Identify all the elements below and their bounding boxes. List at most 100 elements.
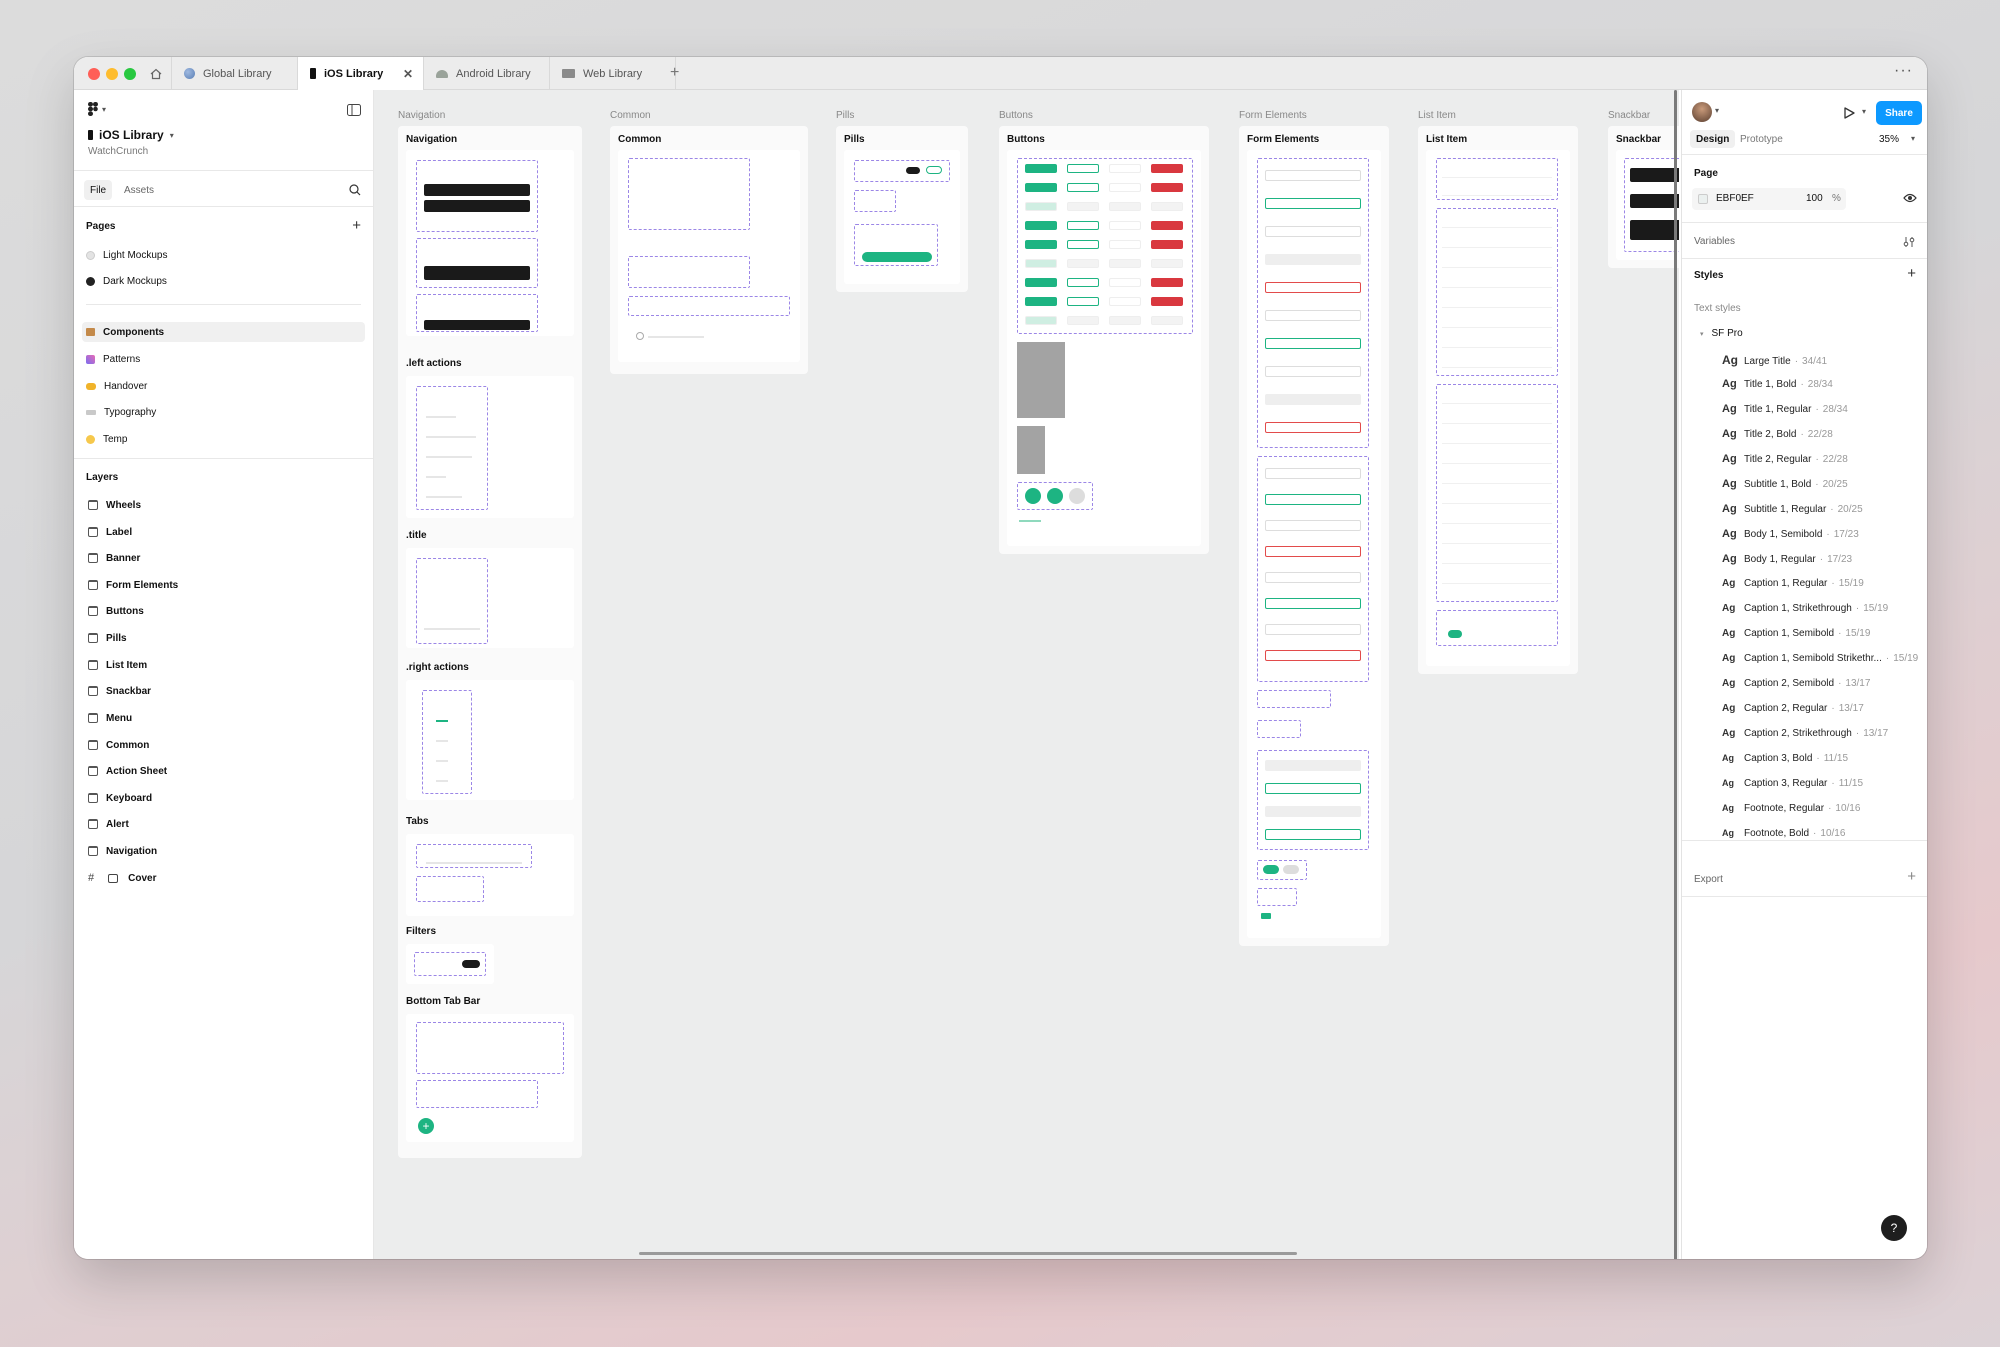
text-style-spec: 10/16 (1835, 803, 1861, 814)
text-style-item[interactable]: Ag Caption 1, Regular · 15/19 (1722, 578, 1864, 589)
text-style-item[interactable]: Ag Body 1, Semibold · 17/23 (1722, 528, 1859, 540)
text-style-item[interactable]: Ag Caption 2, Strikethrough · 13/17 (1722, 728, 1888, 739)
page-color-value[interactable]: EBF0EF (1716, 193, 1754, 204)
toggle-sidebar-icon[interactable] (347, 104, 361, 116)
layer-label[interactable]: Label (88, 522, 361, 542)
file-name: iOS Library (99, 128, 164, 142)
tab-assets[interactable]: Assets (118, 180, 160, 200)
more-options-icon[interactable]: ··· (1894, 62, 1913, 80)
navigation-frame[interactable]: Navigation .left actions .title .right a… (398, 126, 582, 1158)
layer-buttons[interactable]: Buttons (88, 601, 361, 621)
tab-file[interactable]: File (84, 180, 113, 200)
layer-alert[interactable]: Alert (88, 814, 361, 834)
tab-global-library[interactable]: Global Library (172, 57, 298, 90)
horizontal-scrollbar[interactable] (639, 1252, 1297, 1255)
main-menu-button[interactable]: ▾ (88, 102, 106, 116)
minimize-window-button[interactable] (106, 68, 118, 80)
font-group-sf-pro[interactable]: ▾ SF Pro (1700, 328, 1743, 339)
separator-dot: · (1885, 653, 1890, 664)
layer-common[interactable]: Common (88, 735, 361, 755)
chevron-down-icon[interactable]: ▾ (1911, 134, 1915, 143)
chevron-down-icon[interactable]: ▾ (1715, 106, 1719, 115)
text-style-item[interactable]: Ag Caption 3, Regular · 11/15 (1722, 778, 1863, 789)
text-style-item[interactable]: Ag Body 1, Regular · 17/23 (1722, 553, 1852, 565)
layer-list-item[interactable]: List Item (88, 655, 361, 675)
page-item-light-mockups[interactable]: Light Mockups (86, 245, 361, 265)
page-item-handover[interactable]: Handover (86, 376, 361, 396)
text-style-item[interactable]: Ag Caption 2, Semibold · 13/17 (1722, 678, 1870, 689)
page-opacity-value[interactable]: 100 (1806, 193, 1823, 204)
frame-label[interactable]: List Item (1418, 110, 1456, 121)
text-style-item[interactable]: Ag Caption 1, Strikethrough · 15/19 (1722, 603, 1888, 614)
text-style-item[interactable]: Ag Title 2, Bold · 22/28 (1722, 428, 1833, 440)
pills-frame[interactable]: Pills (836, 126, 968, 292)
color-swatch[interactable] (1698, 194, 1708, 204)
common-frame[interactable]: Common (610, 126, 808, 374)
page-item-patterns[interactable]: Patterns (86, 349, 361, 369)
eye-icon[interactable] (1903, 193, 1917, 203)
play-icon[interactable] (1843, 107, 1855, 119)
text-style-item[interactable]: Ag Footnote, Bold · 10/16 (1722, 828, 1845, 839)
frame-label[interactable]: Form Elements (1239, 110, 1307, 121)
home-tab[interactable] (140, 57, 172, 90)
text-style-item[interactable]: Ag Caption 1, Semibold Strikethr... · 15/19 (1722, 653, 1918, 664)
tab-android-library[interactable]: Android Library (424, 57, 550, 90)
close-window-button[interactable] (88, 68, 100, 80)
help-button[interactable]: ? (1881, 1215, 1907, 1241)
layer-pills[interactable]: Pills (88, 628, 361, 648)
layer-menu[interactable]: Menu (88, 708, 361, 728)
zoom-level[interactable]: 35% (1879, 134, 1899, 145)
page-item-components[interactable]: Components (82, 322, 365, 342)
layer-wheels[interactable]: Wheels (88, 495, 361, 515)
layer-navigation[interactable]: Navigation (88, 841, 361, 861)
frame-label[interactable]: Navigation (398, 110, 445, 121)
add-export-button[interactable]: + (1907, 868, 1916, 885)
layer-banner[interactable]: Banner (88, 548, 361, 568)
new-tab-button[interactable]: + (670, 64, 679, 82)
canvas[interactable]: Navigation Navigation .left actions .tit… (374, 90, 1679, 1259)
text-style-item[interactable]: Ag Subtitle 1, Bold · 20/25 (1722, 478, 1848, 490)
snackbar-frame[interactable]: Snackbar (1608, 126, 1679, 268)
buttons-frame[interactable]: Buttons (999, 126, 1209, 554)
text-style-item[interactable]: Ag Title 1, Regular · 28/34 (1722, 403, 1848, 415)
avatar[interactable] (1692, 102, 1712, 122)
form-elements-frame[interactable]: Form Elements (1239, 126, 1389, 946)
vertical-scrollbar[interactable] (1674, 90, 1677, 1259)
list-item-frame[interactable]: List Item (1418, 126, 1578, 674)
page-item-temp[interactable]: Temp (86, 429, 361, 449)
layer-action-sheet[interactable]: Action Sheet (88, 761, 361, 781)
layer-form-elements[interactable]: Form Elements (88, 575, 361, 595)
close-tab-icon[interactable]: ✕ (403, 67, 413, 81)
tab-web-library[interactable]: Web Library (550, 57, 676, 90)
text-style-item[interactable]: Ag Caption 1, Semibold · 15/19 (1722, 628, 1870, 639)
page-item-typography[interactable]: Typography (86, 402, 361, 422)
text-style-item[interactable]: Ag Title 1, Bold · 28/34 (1722, 378, 1833, 390)
sliders-icon[interactable] (1903, 236, 1915, 248)
chevron-down-icon[interactable]: ▾ (1862, 107, 1866, 116)
frame-label[interactable]: Common (610, 110, 651, 121)
layer-keyboard[interactable]: Keyboard (88, 788, 361, 808)
search-icon[interactable] (349, 184, 361, 196)
text-style-item[interactable]: Ag Footnote, Regular · 10/16 (1722, 803, 1860, 814)
layer-label: Form Elements (106, 579, 179, 591)
frame-label[interactable]: Buttons (999, 110, 1033, 121)
page-color-field[interactable]: EBF0EF 100 % (1692, 188, 1846, 210)
page-item-dark-mockups[interactable]: Dark Mockups (86, 271, 361, 291)
add-page-button[interactable]: + (352, 217, 361, 234)
text-style-item[interactable]: Ag Title 2, Regular · 22/28 (1722, 453, 1848, 465)
text-style-item[interactable]: Ag Subtitle 1, Regular · 20/25 (1722, 503, 1863, 515)
frame-label[interactable]: Pills (836, 110, 854, 121)
file-name-button[interactable]: iOS Library ▾ (88, 128, 174, 142)
text-style-item[interactable]: Ag Large Title · 34/41 (1722, 353, 1827, 367)
layer-cover[interactable]: # Cover (88, 868, 361, 888)
tab-ios-library[interactable]: iOS Library ✕ (298, 57, 424, 90)
text-style-item[interactable]: Ag Caption 2, Regular · 13/17 (1722, 703, 1864, 714)
share-button[interactable]: Share (1876, 101, 1922, 125)
text-style-item[interactable]: Ag Caption 3, Bold · 11/15 (1722, 753, 1848, 764)
maximize-window-button[interactable] (124, 68, 136, 80)
frame-label[interactable]: Snackbar (1608, 110, 1650, 121)
tab-prototype[interactable]: Prototype (1740, 130, 1783, 148)
add-style-button[interactable]: + (1907, 265, 1916, 282)
tab-design[interactable]: Design (1690, 130, 1736, 148)
layer-snackbar[interactable]: Snackbar (88, 681, 361, 701)
